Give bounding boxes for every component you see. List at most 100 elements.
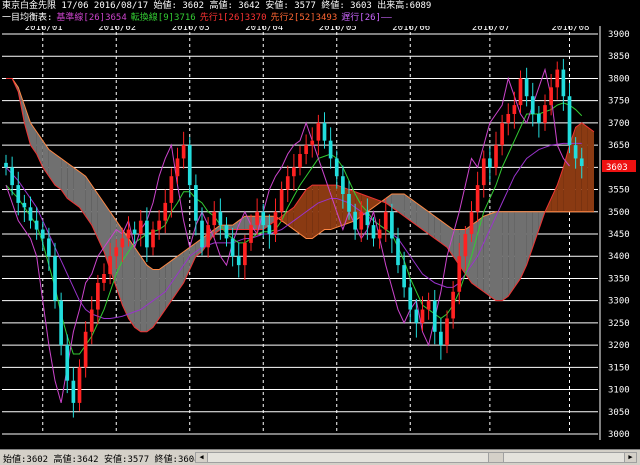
x-tick-label: 2016/05 bbox=[319, 26, 357, 33]
candle-body bbox=[132, 229, 137, 234]
cloud-segment bbox=[489, 211, 496, 301]
candle-body bbox=[463, 234, 468, 257]
cloud-segment bbox=[134, 247, 141, 332]
chart-background bbox=[0, 26, 640, 449]
y-tick-label: 3450 bbox=[608, 230, 630, 240]
candle-body bbox=[543, 105, 547, 123]
candle-body bbox=[279, 189, 284, 212]
chart-header: 東京白金先限 17/06 2016/08/17 始値: 3602 高値: 364… bbox=[0, 0, 640, 26]
x-tick-label: 2016/02 bbox=[98, 26, 136, 33]
candle-body bbox=[16, 185, 21, 203]
candle-body bbox=[181, 145, 186, 159]
candle-body bbox=[475, 185, 480, 212]
candle-body bbox=[285, 176, 290, 190]
candle-body bbox=[439, 331, 443, 346]
x-tick-label: 2016/07 bbox=[472, 26, 510, 33]
y-tick-label: 3550 bbox=[608, 186, 630, 196]
y-tick-label: 3200 bbox=[608, 341, 630, 351]
candle-body bbox=[573, 145, 578, 159]
candle-body bbox=[506, 114, 511, 123]
y-tick-label: 3400 bbox=[608, 252, 630, 262]
candle-body bbox=[108, 256, 112, 274]
indicator-legend: 一目均衡表: 基準線[26]3654 転換線[9]3716 先行1[26]3370 先行… bbox=[2, 13, 396, 24]
candle-body bbox=[249, 225, 253, 243]
cloud-segment bbox=[318, 185, 325, 234]
candle-body bbox=[579, 158, 584, 166]
candle-body bbox=[494, 145, 498, 168]
candle-body bbox=[500, 122, 504, 146]
scroll-thumb[interactable] bbox=[488, 453, 504, 462]
candle-body bbox=[212, 211, 217, 226]
cloud-segment bbox=[67, 162, 74, 203]
candle-body bbox=[292, 167, 296, 177]
y-tick-label: 3000 bbox=[608, 430, 630, 440]
candle-body bbox=[187, 145, 192, 186]
candle-body bbox=[157, 220, 161, 230]
candle-body bbox=[163, 202, 168, 221]
candle-body bbox=[194, 185, 198, 221]
candle-body bbox=[408, 287, 413, 310]
legend-entry-3: 先行1[26]3370 bbox=[199, 13, 267, 23]
candle-body bbox=[347, 194, 351, 212]
candle-body bbox=[236, 256, 241, 266]
scroll-right-arrow-icon[interactable]: ▶ bbox=[624, 453, 636, 462]
cloud-segment bbox=[483, 214, 490, 297]
x-tick-label: 2016/01 bbox=[25, 26, 63, 33]
candle-body bbox=[451, 291, 455, 319]
candle-body bbox=[40, 229, 45, 239]
cloud-segment bbox=[581, 122, 588, 212]
y-tick-label: 3500 bbox=[608, 208, 630, 218]
candle-body bbox=[396, 238, 400, 266]
candle-body bbox=[151, 229, 155, 248]
cloud-segment bbox=[73, 167, 80, 208]
y-tick-label: 3700 bbox=[608, 119, 630, 129]
legend-entry-1: 基準線[26]3654 bbox=[56, 13, 127, 23]
candle-body bbox=[426, 300, 431, 310]
candle-body bbox=[200, 220, 204, 248]
candle-body bbox=[512, 105, 517, 114]
candle-body bbox=[273, 211, 278, 234]
candle-body bbox=[567, 96, 572, 146]
candle-body bbox=[22, 202, 27, 208]
candle-body bbox=[83, 331, 88, 368]
x-tick-label: 2016/06 bbox=[392, 26, 430, 33]
candle-body bbox=[89, 309, 94, 332]
legend-entry-2: 転換線[9]3716 bbox=[130, 13, 196, 23]
candle-body bbox=[322, 122, 327, 141]
candle-body bbox=[530, 96, 535, 114]
y-tick-label: 3650 bbox=[608, 141, 630, 151]
y-tick-label: 3150 bbox=[608, 363, 630, 373]
candle-body bbox=[28, 207, 33, 221]
candle-body bbox=[34, 220, 39, 230]
candle-body bbox=[145, 220, 149, 248]
candle-body bbox=[120, 238, 125, 248]
candle-body bbox=[102, 274, 106, 283]
y-tick-label: 3300 bbox=[608, 297, 630, 307]
candle-body bbox=[316, 122, 321, 141]
last-price-label: 3603 bbox=[606, 163, 628, 173]
candle-body bbox=[365, 211, 370, 226]
horizontal-scrollbar[interactable]: ◀ ▶ bbox=[195, 452, 637, 463]
candle-body bbox=[488, 158, 492, 168]
cloud-segment bbox=[312, 185, 319, 239]
legend-entry-5: 遅行[26]—— bbox=[341, 13, 392, 23]
scroll-left-arrow-icon[interactable]: ◀ bbox=[196, 453, 208, 462]
ichimoku-candlestick-chart[interactable]: 3000 3050 3100 3150 3200 3250 3300 3350 3400 3450… bbox=[0, 26, 640, 449]
candle-body bbox=[10, 167, 14, 186]
cloud-segment bbox=[330, 185, 337, 230]
candle-body bbox=[126, 229, 131, 239]
candle-body bbox=[218, 211, 223, 226]
candle-body bbox=[481, 158, 486, 186]
status-ohlc-text: 始値:3602 高値:3642 安値:3577 終値:3604 bbox=[3, 455, 200, 465]
y-tick-label: 3100 bbox=[608, 386, 630, 396]
y-tick-label: 3350 bbox=[608, 274, 630, 284]
candle-body bbox=[65, 345, 70, 381]
cloud-segment bbox=[587, 127, 594, 212]
cloud-segment bbox=[146, 265, 153, 332]
candle-body bbox=[341, 176, 345, 194]
candle-body bbox=[414, 309, 419, 323]
candle-body bbox=[518, 78, 523, 106]
x-tick-label: 2016/04 bbox=[245, 26, 283, 33]
y-tick-label: 3750 bbox=[608, 97, 630, 107]
candle-body bbox=[243, 242, 247, 266]
